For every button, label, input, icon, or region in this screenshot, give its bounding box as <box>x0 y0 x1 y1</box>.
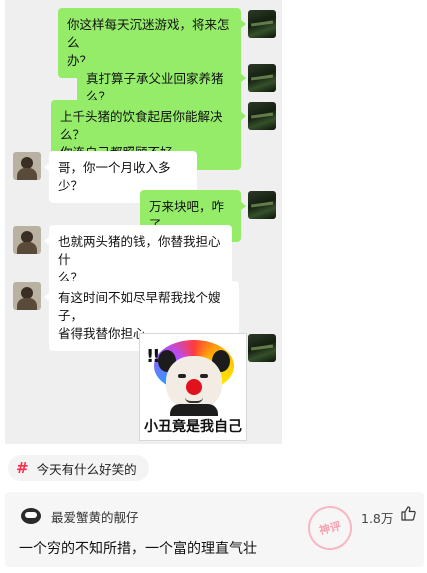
topic-tag[interactable]: # 今天有什么好笑的 <box>8 455 149 481</box>
top-comment[interactable]: 最爱蟹黄的靓仔 神评 1.8万 一个穷的不知所措，一个富的理直气壮 <box>5 492 424 567</box>
chat-screenshot: 你这样每天沉迷游戏，将来怎么 办？ 真打算子承父业回家养猪么？ 上千头猪的饮食起… <box>5 0 282 444</box>
avatar <box>13 226 41 254</box>
avatar <box>13 282 41 310</box>
avatar <box>248 64 276 92</box>
avatar <box>248 102 276 130</box>
thumbs-up-icon[interactable] <box>400 505 416 521</box>
like-count: 1.8万 <box>361 511 394 526</box>
hashtag-icon: # <box>16 459 29 477</box>
commenter-avatar[interactable] <box>19 505 43 527</box>
avatar <box>13 152 41 180</box>
topic-label: 今天有什么好笑的 <box>36 461 137 477</box>
avatar <box>248 334 276 362</box>
clown-sticker-image: !! 小丑竟是我自己 <box>139 333 247 441</box>
featured-comment-stamp: 神评 <box>303 501 357 555</box>
clown-nose <box>186 379 202 395</box>
sticker-exclamation-marks: !! <box>146 346 160 367</box>
sticker-caption: 小丑竟是我自己 <box>140 416 246 436</box>
avatar <box>248 191 276 219</box>
commenter-username[interactable]: 最爱蟹黄的靓仔 <box>51 507 139 526</box>
avatar <box>248 10 276 38</box>
comment-text: 一个穷的不知所措，一个富的理直气壮 <box>19 541 257 557</box>
